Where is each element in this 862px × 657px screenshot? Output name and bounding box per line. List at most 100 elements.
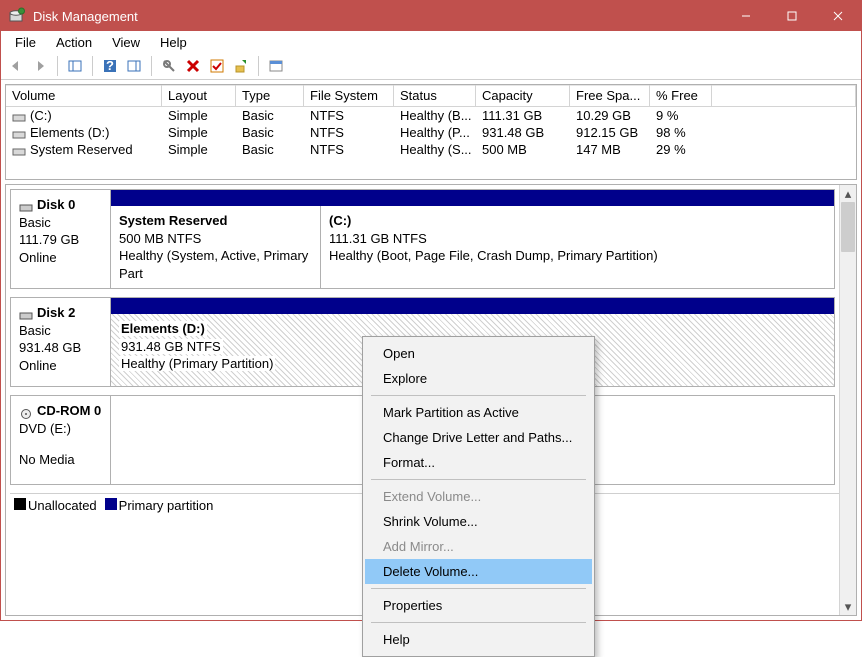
cm-shrink[interactable]: Shrink Volume... [365, 509, 592, 534]
menu-action[interactable]: Action [46, 33, 102, 52]
cell-capacity: 500 MB [476, 141, 570, 158]
back-button[interactable] [5, 55, 27, 77]
disk-type: Basic [19, 214, 102, 232]
cm-separator [371, 588, 586, 589]
col-pct[interactable]: % Free [650, 85, 712, 107]
scroll-up-button[interactable]: ▴ [840, 185, 856, 202]
partition-status: Healthy (Primary Partition) [119, 356, 275, 371]
col-volume[interactable]: Volume [6, 85, 162, 107]
menu-help[interactable]: Help [150, 33, 197, 52]
volume-list-header: Volume Layout Type File System Status Ca… [6, 85, 856, 107]
cell-name: System Reserved [30, 142, 133, 157]
cm-separator [371, 479, 586, 480]
col-layout[interactable]: Layout [162, 85, 236, 107]
volume-list[interactable]: Volume Layout Type File System Status Ca… [5, 84, 857, 180]
cell-pct: 9 % [650, 107, 712, 124]
volume-icon [12, 128, 26, 138]
show-hide-action-pane-button[interactable] [123, 55, 145, 77]
help-button[interactable]: ? [99, 55, 121, 77]
disk-size: 111.79 GB [19, 231, 102, 249]
cm-explore[interactable]: Explore [365, 366, 592, 391]
up-button[interactable] [230, 55, 252, 77]
properties-button[interactable] [265, 55, 287, 77]
cell-fs: NTFS [304, 107, 394, 124]
cm-separator [371, 395, 586, 396]
cm-properties[interactable]: Properties [365, 593, 592, 618]
col-status[interactable]: Status [394, 85, 476, 107]
cell-pct: 98 % [650, 124, 712, 141]
cm-open[interactable]: Open [365, 341, 592, 366]
forward-button[interactable] [29, 55, 51, 77]
show-hide-console-tree-button[interactable] [64, 55, 86, 77]
disk-size: 931.48 GB [19, 339, 102, 357]
col-type[interactable]: Type [236, 85, 304, 107]
toolbar-separator [258, 56, 259, 76]
table-row[interactable]: (C:) Simple Basic NTFS Healthy (B... 111… [6, 107, 856, 124]
disk-management-icon [9, 7, 25, 26]
partition-size: 931.48 GB NTFS [119, 339, 223, 354]
cell-free: 147 MB [570, 141, 650, 158]
disk-header[interactable]: Disk 0 Basic 111.79 GB Online [11, 190, 111, 288]
cell-free: 912.15 GB [570, 124, 650, 141]
volume-icon [12, 111, 26, 121]
volume-list-body: (C:) Simple Basic NTFS Healthy (B... 111… [6, 107, 856, 158]
cm-separator [371, 622, 586, 623]
cell-type: Basic [236, 124, 304, 141]
cm-change-letter[interactable]: Change Drive Letter and Paths... [365, 425, 592, 450]
disk-icon [19, 308, 33, 318]
delete-button[interactable] [182, 55, 204, 77]
legend-unallocated: Unallocated [28, 498, 97, 513]
table-row[interactable]: Elements (D:) Simple Basic NTFS Healthy … [6, 124, 856, 141]
cm-help[interactable]: Help [365, 627, 592, 652]
cell-status: Healthy (S... [394, 141, 476, 158]
col-free[interactable]: Free Spa... [570, 85, 650, 107]
titlebar[interactable]: Disk Management [1, 1, 861, 31]
apply-button[interactable] [206, 55, 228, 77]
partition-name: (C:) [329, 212, 826, 230]
cell-layout: Simple [162, 124, 236, 141]
legend-primary: Primary partition [119, 498, 214, 513]
disk-name: CD-ROM 0 [37, 402, 101, 420]
partition-size: 111.31 GB NTFS [329, 230, 826, 248]
disk-name: Disk 0 [37, 196, 75, 214]
partition[interactable]: (C:) 111.31 GB NTFS Healthy (Boot, Page … [321, 206, 834, 288]
cm-mark-active[interactable]: Mark Partition as Active [365, 400, 592, 425]
disk-row[interactable]: Disk 0 Basic 111.79 GB Online System Res… [10, 189, 835, 289]
cm-format[interactable]: Format... [365, 450, 592, 475]
partition[interactable]: System Reserved 500 MB NTFS Healthy (Sys… [111, 206, 321, 288]
table-row[interactable]: System Reserved Simple Basic NTFS Health… [6, 141, 856, 158]
disk-bar [111, 190, 834, 206]
swatch-primary [105, 498, 117, 510]
cell-fs: NTFS [304, 124, 394, 141]
svg-text:?: ? [106, 58, 114, 73]
col-capacity[interactable]: Capacity [476, 85, 570, 107]
scroll-thumb[interactable] [841, 202, 855, 252]
window-title: Disk Management [33, 9, 723, 24]
partition-size: 500 MB NTFS [119, 230, 312, 248]
close-button[interactable] [815, 1, 861, 31]
toolbar-separator [92, 56, 93, 76]
col-fs[interactable]: File System [304, 85, 394, 107]
cm-delete[interactable]: Delete Volume... [365, 559, 592, 584]
disk-state: No Media [19, 451, 102, 469]
toolbar-separator [57, 56, 58, 76]
refresh-button[interactable] [158, 55, 180, 77]
scroll-down-button[interactable]: ▾ [840, 598, 856, 615]
partition-status: Healthy (Boot, Page File, Crash Dump, Pr… [329, 247, 826, 265]
cell-name: (C:) [30, 108, 52, 123]
context-menu[interactable]: Open Explore Mark Partition as Active Ch… [362, 336, 595, 657]
disk-state: Online [19, 249, 102, 267]
cell-type: Basic [236, 107, 304, 124]
maximize-button[interactable] [769, 1, 815, 31]
menu-view[interactable]: View [102, 33, 150, 52]
menu-file[interactable]: File [5, 33, 46, 52]
disk-bar [111, 298, 834, 314]
vertical-scrollbar[interactable]: ▴ ▾ [839, 185, 856, 615]
disk-header[interactable]: Disk 2 Basic 931.48 GB Online [11, 298, 111, 386]
cm-extend: Extend Volume... [365, 484, 592, 509]
disk-header[interactable]: CD-ROM 0 DVD (E:) No Media [11, 396, 111, 484]
volume-icon [12, 145, 26, 155]
cell-free: 10.29 GB [570, 107, 650, 124]
minimize-button[interactable] [723, 1, 769, 31]
scroll-track[interactable] [840, 202, 856, 598]
